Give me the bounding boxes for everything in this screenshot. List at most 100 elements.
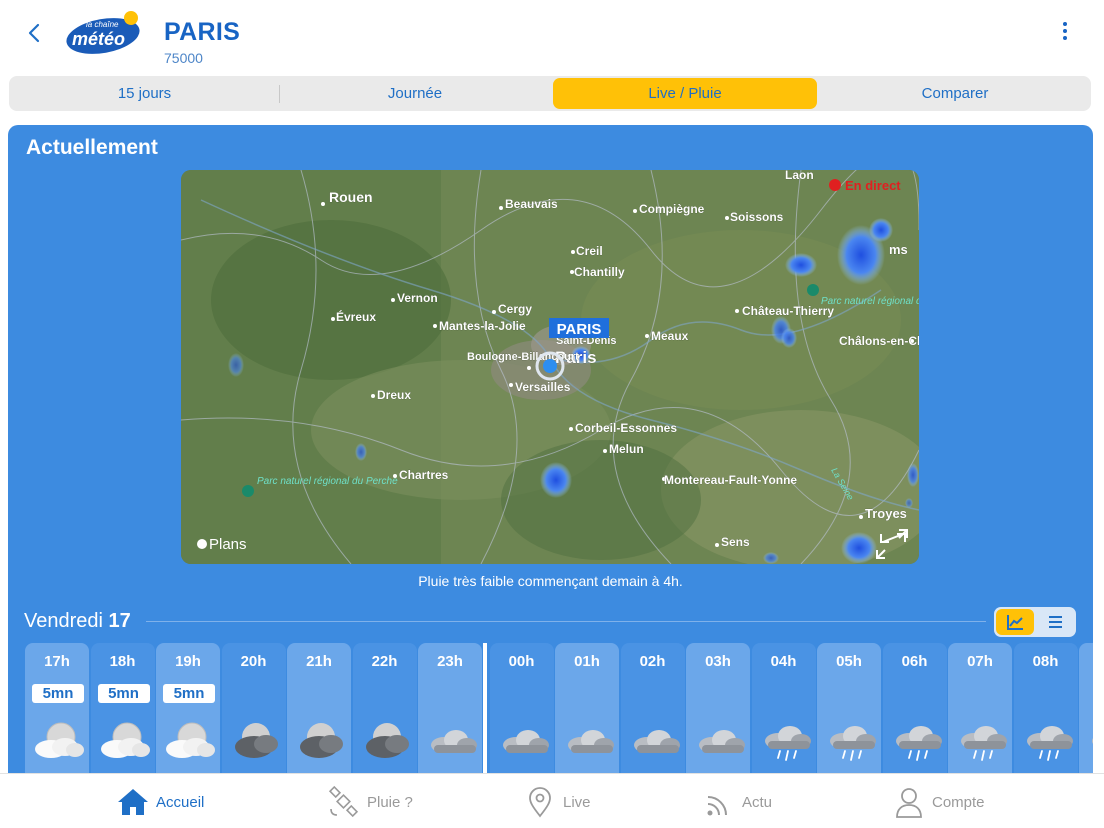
location-pin-icon — [529, 787, 551, 818]
hour-label: 18h — [109, 653, 136, 670]
place-label: Rouen — [329, 189, 373, 205]
home-icon — [118, 789, 148, 815]
app: la chaîne météo PARIS 75000 15 jours Jou… — [0, 0, 1104, 828]
hour-column[interactable]: 01h — [555, 643, 619, 785]
place-label: Chartres — [399, 468, 449, 482]
park-tree-icon — [242, 485, 254, 497]
place-label: Mantes-la-Jolie — [439, 319, 526, 333]
hour-column[interactable]: 23h — [418, 643, 482, 785]
hour-column[interactable]: 02h — [620, 643, 685, 785]
hour-column[interactable]: 05h — [817, 643, 881, 785]
hour-label: 00h — [508, 653, 535, 670]
cloud-icon — [494, 717, 552, 763]
user-icon — [896, 788, 922, 818]
minute-forecast-badge[interactable]: 5mn — [163, 684, 215, 703]
more-options-icon[interactable] — [1056, 20, 1074, 46]
postcode: 75000 — [164, 50, 203, 66]
tab-divider — [279, 85, 280, 103]
place-label: Chantilly — [574, 265, 625, 279]
bottom-nav: Accueil Pluie ? Live Actu Compte — [0, 773, 1104, 828]
light-rain-icon — [1018, 717, 1076, 763]
satellite-icon — [328, 785, 359, 818]
place-label: Cergy — [498, 302, 532, 316]
nav-label: Live — [563, 794, 591, 811]
tab-bar: 15 jours Journée Live / Pluie Comparer — [9, 76, 1091, 111]
place-label: ms — [889, 242, 908, 257]
hour-label: 05h — [836, 653, 862, 670]
place-label: Troyes — [865, 506, 907, 521]
hour-column[interactable]: 22h — [352, 643, 417, 785]
hour-label: 0 — [1079, 653, 1093, 670]
hour-column[interactable]: 17h 5mn — [25, 643, 89, 785]
cloudy-moon-icon — [357, 717, 415, 763]
hour-column[interactable]: 00h — [489, 643, 554, 785]
section-title: Actuellement — [26, 136, 158, 159]
hour-column[interactable]: 07h — [948, 643, 1012, 785]
map-attribution-label: Plans — [209, 536, 247, 553]
hour-label: 20h — [240, 653, 267, 670]
light-rain-icon — [756, 717, 814, 763]
hour-column[interactable]: 19h 5mn — [156, 643, 220, 785]
chart-view-button[interactable] — [996, 609, 1034, 635]
minute-forecast-badge[interactable]: 5mn — [97, 684, 150, 703]
place-label: Dreux — [377, 388, 411, 402]
hour-label: 19h — [175, 653, 201, 670]
back-chevron-icon[interactable] — [22, 18, 48, 48]
light-rain-icon — [1083, 717, 1093, 763]
place-label: Laon — [785, 170, 814, 182]
logo-text-top: la chaîne — [86, 20, 119, 29]
current-weather-card: Actuellement Laon Rouen Beauvais Compièg… — [8, 125, 1093, 785]
radar-map[interactable]: Laon Rouen Beauvais Compiègne Soissons C… — [181, 170, 919, 564]
cloud-icon — [690, 717, 748, 763]
hour-column[interactable]: 18h 5mn — [90, 643, 155, 785]
chart-icon — [1007, 615, 1023, 630]
view-toggle — [994, 607, 1076, 637]
hour-label: 21h — [306, 653, 332, 670]
cloudy-moon-icon — [226, 717, 284, 763]
rss-icon — [707, 796, 727, 816]
live-badge-label: En direct — [845, 178, 901, 193]
hour-column[interactable]: 03h — [686, 643, 750, 785]
nav-label: Accueil — [156, 794, 205, 811]
park-label: Parc naturel régional de la Montagne de … — [821, 296, 919, 307]
place-label: Châlons-en-Champagne — [839, 334, 919, 348]
place-label: Meaux — [651, 329, 689, 343]
city-name: PARIS — [164, 18, 241, 46]
hour-column[interactable]: 08h — [1013, 643, 1078, 785]
hour-column[interactable]: 0 — [1079, 643, 1093, 785]
app-logo: la chaîne météo — [64, 10, 146, 56]
place-label: Soissons — [730, 210, 784, 224]
hour-label: 08h — [1032, 653, 1059, 670]
nav-label: Compte — [932, 794, 985, 811]
tab-journee[interactable]: Journée — [281, 78, 549, 109]
place-label: Évreux — [336, 309, 376, 324]
minute-forecast-badge[interactable]: 5mn — [32, 684, 84, 703]
tab-live-pluie[interactable]: Live / Pluie — [553, 78, 817, 109]
partly-cloudy-moon-icon — [160, 717, 218, 763]
place-label: Compiègne — [639, 202, 705, 216]
park-tree-icon — [807, 284, 819, 296]
hour-label: 01h — [574, 653, 600, 670]
nav-label: Actu — [742, 794, 773, 811]
hour-column[interactable]: 06h — [882, 643, 947, 785]
location-label: PARIS — [557, 321, 602, 338]
hour-label: 04h — [770, 653, 797, 670]
tab-comparer[interactable]: Comparer — [821, 78, 1089, 109]
place-label: Vernon — [397, 291, 438, 305]
place-label: Montereau-Fault-Yonne — [664, 473, 797, 487]
hour-column[interactable]: 20h — [221, 643, 286, 785]
expand-map-icon[interactable] — [876, 529, 908, 559]
hour-column[interactable]: 21h — [287, 643, 351, 785]
list-icon — [1049, 616, 1062, 628]
cloud-icon — [559, 717, 617, 763]
place-label: Versailles — [515, 380, 571, 394]
light-rain-icon — [887, 717, 945, 763]
list-view-button[interactable] — [1036, 609, 1074, 635]
partly-cloudy-moon-icon — [95, 717, 153, 763]
hour-label: 22h — [371, 653, 398, 670]
hour-label: 06h — [901, 653, 928, 670]
header: la chaîne météo PARIS 75000 — [0, 0, 1104, 70]
hour-column[interactable]: 04h — [751, 643, 816, 785]
tab-15-jours[interactable]: 15 jours — [11, 78, 278, 109]
day-divider — [146, 621, 986, 622]
